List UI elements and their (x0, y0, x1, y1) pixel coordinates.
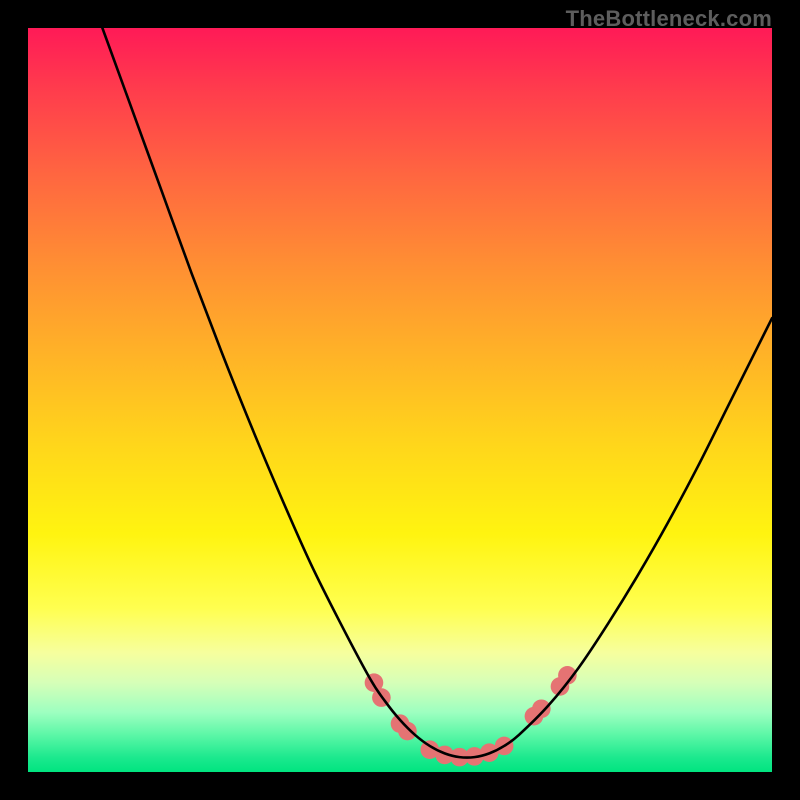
highlight-dot (398, 722, 417, 741)
chart-svg (28, 28, 772, 772)
chart-frame: TheBottleneck.com (0, 0, 800, 800)
plot-area (28, 28, 772, 772)
highlight-dot (532, 699, 551, 718)
bottleneck-curve-path (102, 28, 772, 758)
watermark-text: TheBottleneck.com (566, 6, 772, 32)
